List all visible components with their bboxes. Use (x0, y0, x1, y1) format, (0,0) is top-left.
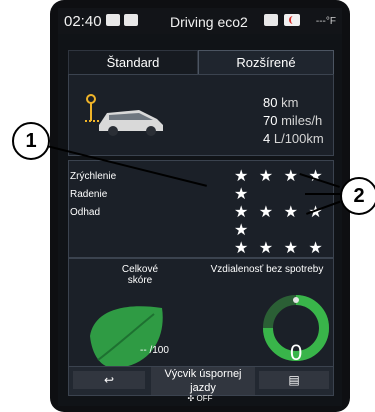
callout-line-2b (305, 193, 342, 195)
footer-status: ✣ OFF (58, 394, 342, 406)
book-icon (106, 14, 120, 26)
distance-row: 80 km (263, 94, 324, 112)
speed-unit: miles/h (281, 113, 323, 128)
tab-advanced[interactable]: Rozšírené (198, 50, 334, 75)
car-icon (124, 14, 138, 26)
distance-without-title: Vzdialenosť bez spotreby (210, 264, 324, 275)
footer-off: OFF (196, 394, 213, 403)
rating-label: Odhad (70, 207, 101, 218)
speed-row: 70 miles/h (263, 112, 324, 130)
temperature: ---°F (315, 16, 336, 27)
speed-value: 70 (263, 113, 278, 128)
bottom-bar: ↩ Výcvik úspornej jazdy ▤ (68, 366, 334, 396)
menu-button[interactable]: ▤ (259, 371, 329, 389)
leaf-icon (90, 306, 163, 369)
clock: 02:40 (64, 13, 102, 30)
rating-stars: ★ ★ ★ ★ ★ (234, 168, 326, 203)
device-frame: 02:40 Driving eco2 ---°F Štandard Rozšír… (50, 0, 350, 412)
menu-icon: ▤ (288, 373, 300, 387)
distance-unit: km (281, 95, 299, 110)
overall-score: -- /100 (140, 345, 169, 356)
eco-training-button[interactable]: Výcvik úspornej jazdy (151, 367, 255, 395)
ratings-labels: Zrýchlenie Radenie Odhad (70, 168, 116, 222)
notification-icon (264, 14, 278, 26)
distance-without-value: 0 (290, 340, 303, 365)
callout-two: 2 (340, 177, 375, 215)
fan-icon: ✣ (187, 394, 195, 403)
phone-icon (284, 14, 300, 26)
consumption-unit: L/100km (273, 131, 324, 146)
callout-one: 1 (12, 122, 50, 160)
rating-stars: ★ ★ ★ ★ ★ (234, 204, 326, 239)
overall-title: Celkové skóre (96, 264, 184, 286)
consumption-row: 4 L/100km (263, 130, 324, 148)
eco-training-line1: Výcvik úspornej (164, 368, 242, 380)
eco-training-line2: jazdy (190, 382, 216, 394)
screen: 02:40 Driving eco2 ---°F Štandard Rozšír… (58, 8, 342, 406)
overall-title-line2: skóre (127, 275, 153, 286)
consumption-value: 4 (263, 131, 271, 146)
rating-label: Radenie (70, 189, 108, 200)
app-title: Driving eco2 (170, 14, 248, 30)
tabs: Štandard Rozšírené (68, 50, 334, 75)
overall-title-line1: Celkové (121, 264, 159, 275)
distance-value: 80 (263, 95, 278, 110)
status-bar: 02:40 Driving eco2 ---°F (58, 8, 342, 34)
trip-stats: 80 km 70 miles/h 4 L/100km (263, 94, 324, 148)
back-button[interactable]: ↩ (73, 371, 145, 389)
rating-label: Zrýchlenie (70, 171, 117, 182)
car-image (99, 110, 163, 136)
tab-standard[interactable]: Štandard (68, 50, 198, 75)
back-icon: ↩ (103, 373, 115, 387)
